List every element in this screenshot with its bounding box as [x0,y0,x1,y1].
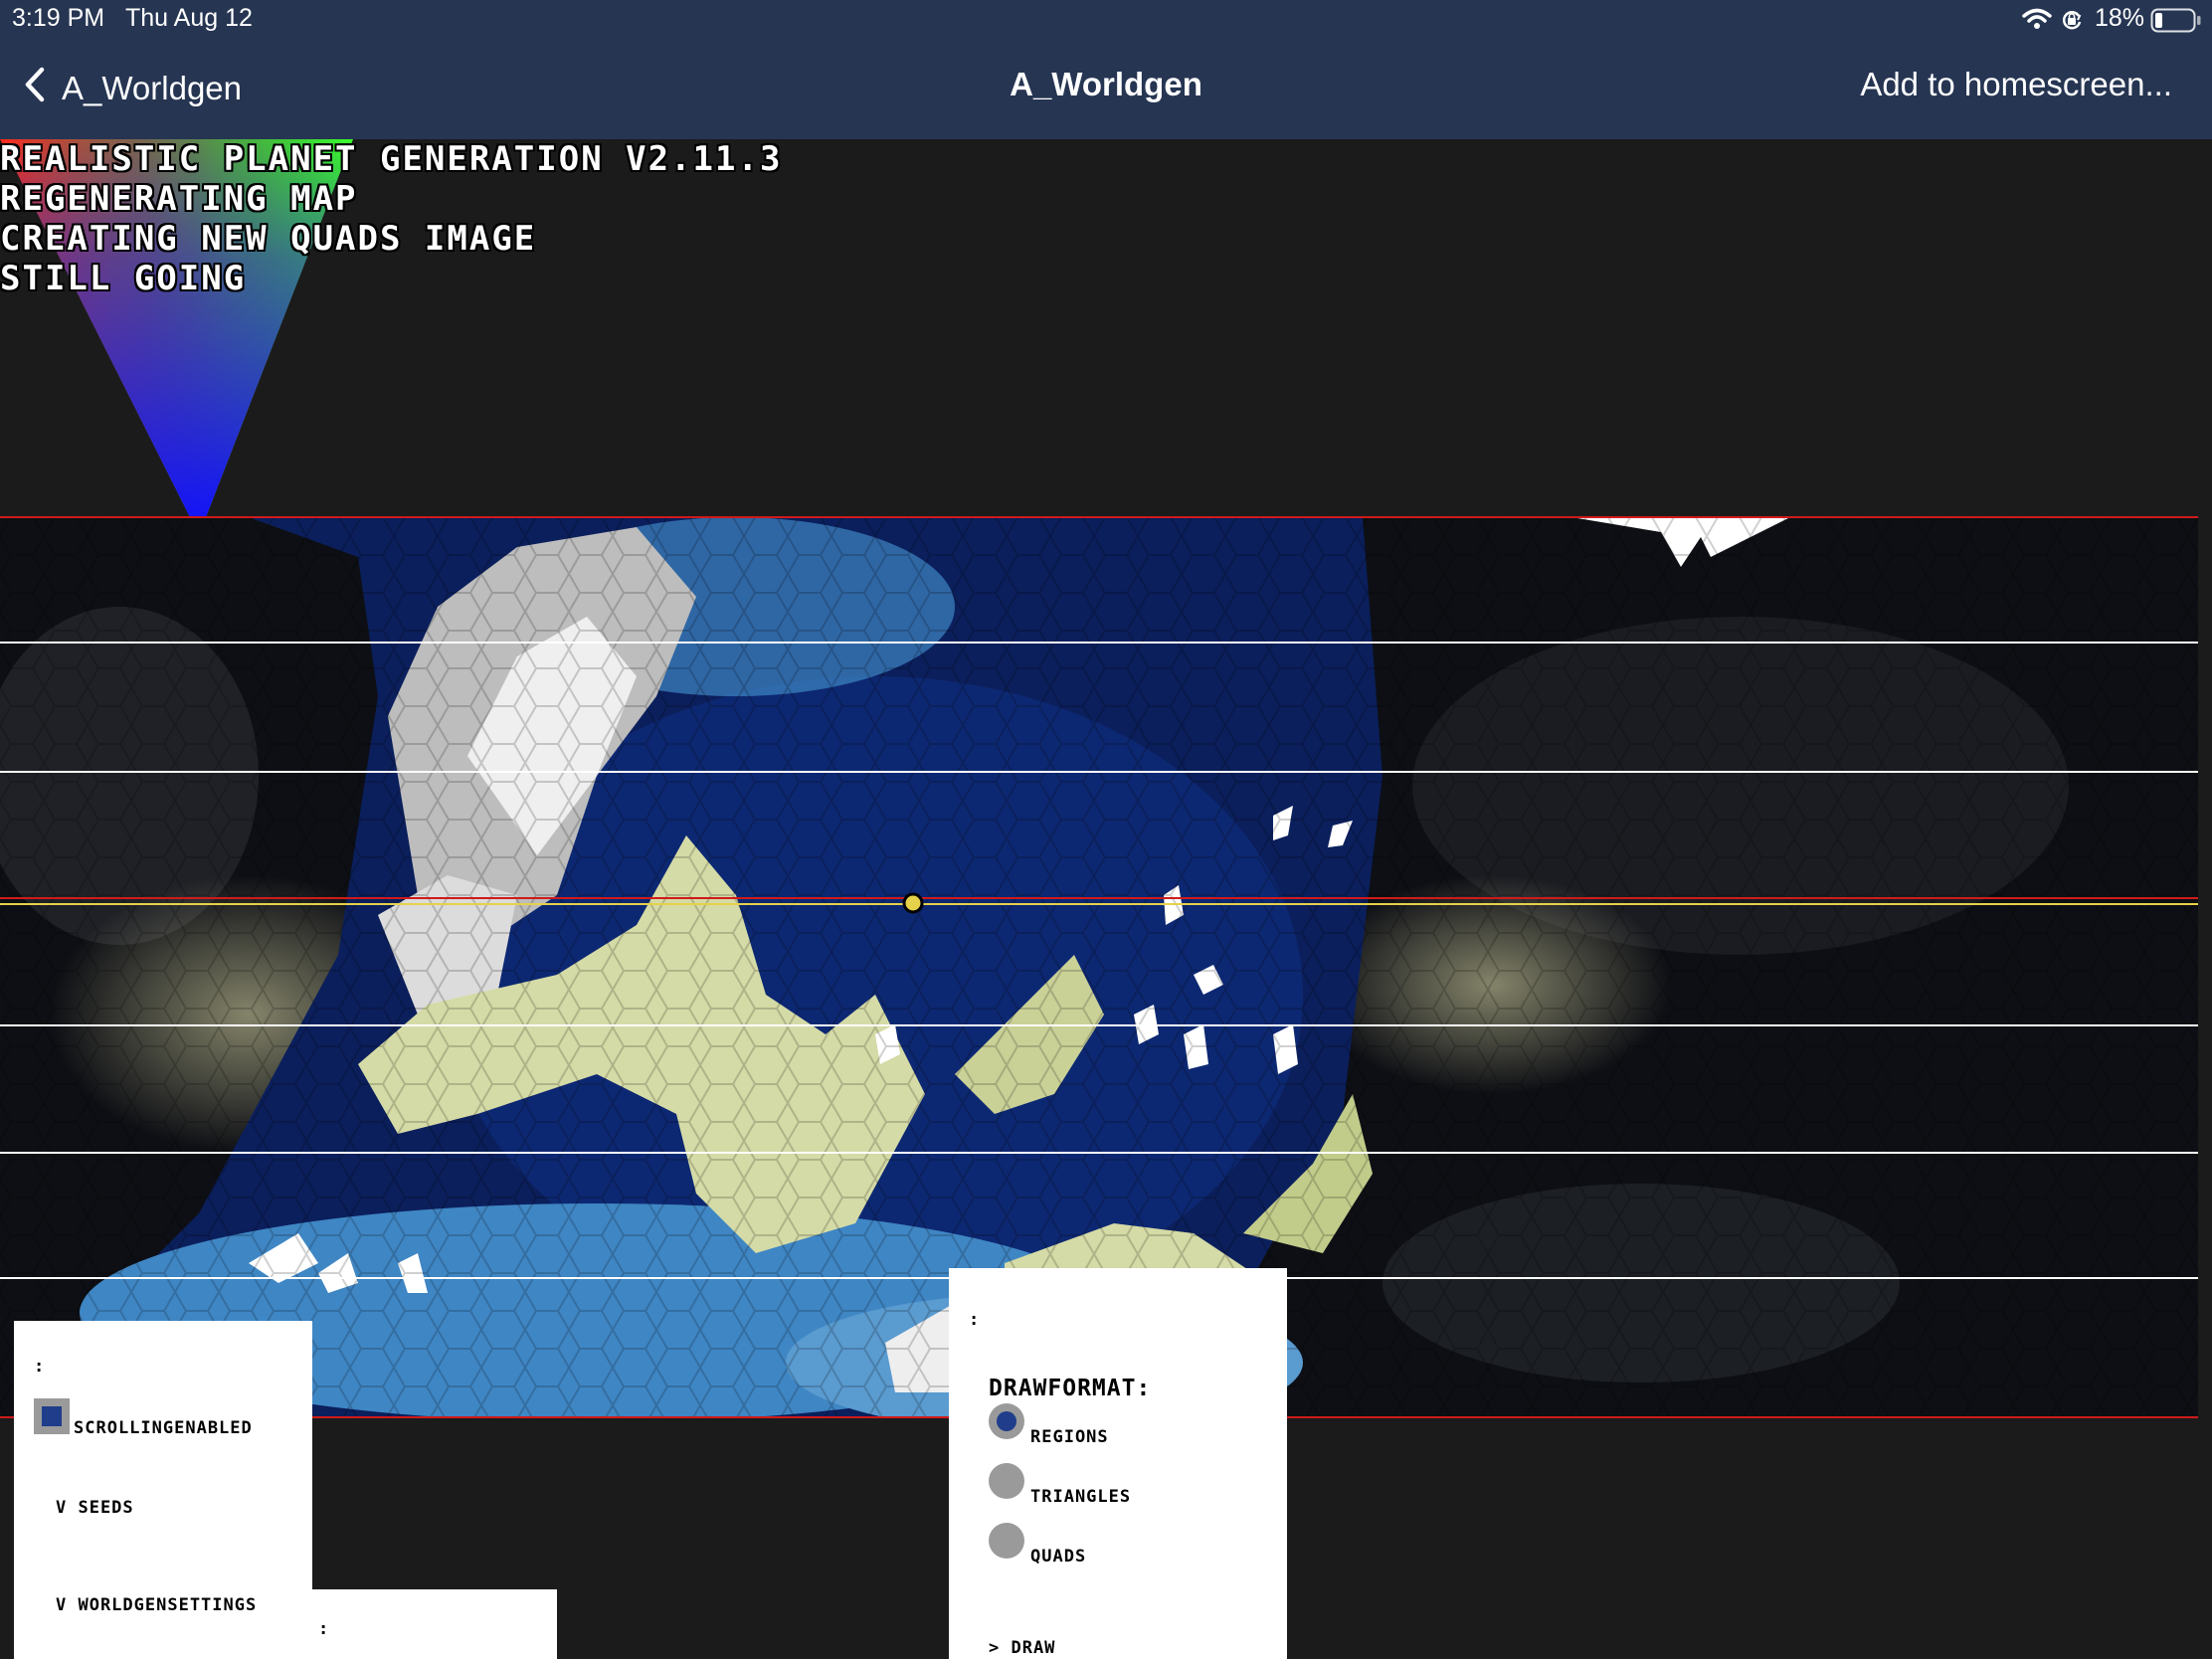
panel-header: : [34,1357,46,1377]
orientation-lock-icon [2060,8,2084,36]
wifi-icon [2022,8,2052,34]
back-label: A_Worldgen [62,70,243,106]
radio-regions[interactable] [989,1403,1024,1439]
draw-panel-header: : [969,1310,981,1330]
add-to-homescreen-button[interactable]: Add to homescreen... [1860,66,2172,103]
status-bar: 3:19 PM Thu Aug 12 18% [0,0,2212,40]
radio-triangles-label: Triangles [1030,1487,1132,1507]
map-marker[interactable] [902,892,924,914]
radio-regions-label: Regions [1030,1427,1109,1447]
scrolling-enabled-checkbox[interactable] [34,1398,70,1434]
draw-format-label: drawFormat: [989,1376,1152,1401]
status-line-quads: creating new quads image [0,219,537,259]
status-overlay: Realistic Planet Generation v2.11.3 Rege… [0,139,782,298]
battery-icon [2150,8,2202,38]
scrolling-enabled-label: scrollingEnabled [74,1418,253,1438]
settings-panel: : scrollingEnabled v seeds v worldgenSet… [14,1321,312,1659]
radio-triangles[interactable] [989,1463,1024,1499]
status-time: 3:19 PM [12,4,105,32]
app-canvas[interactable]: Realistic Planet Generation v2.11.3 Rege… [0,139,2212,1659]
radio-quads[interactable] [989,1523,1024,1559]
seeds-folder-toggle[interactable]: v seeds [56,1498,134,1518]
app-version-title: Realistic Planet Generation v2.11.3 [0,139,783,179]
worldgen-settings-toggle[interactable]: v worldgenSettings [56,1595,257,1615]
worldgen-settings-panel: : [312,1589,557,1659]
battery-percent: 18% [2095,4,2145,32]
sub-panel-header: : [318,1619,330,1639]
draw-panel: : drawFormat: Regions Triangles Quads > … [949,1268,1287,1659]
status-line-still-going: still going [0,259,247,298]
radio-quads-label: Quads [1030,1547,1087,1567]
draw-folder-toggle[interactable]: > draw [989,1638,1055,1658]
status-line-regenerating: Regenerating map [0,179,358,219]
status-date: Thu Aug 12 [125,4,253,32]
chevron-left-icon [22,66,48,111]
nav-bar: A_Worldgen A_Worldgen Add to homescreen.… [0,40,2212,139]
back-button[interactable]: A_Worldgen [22,66,242,111]
